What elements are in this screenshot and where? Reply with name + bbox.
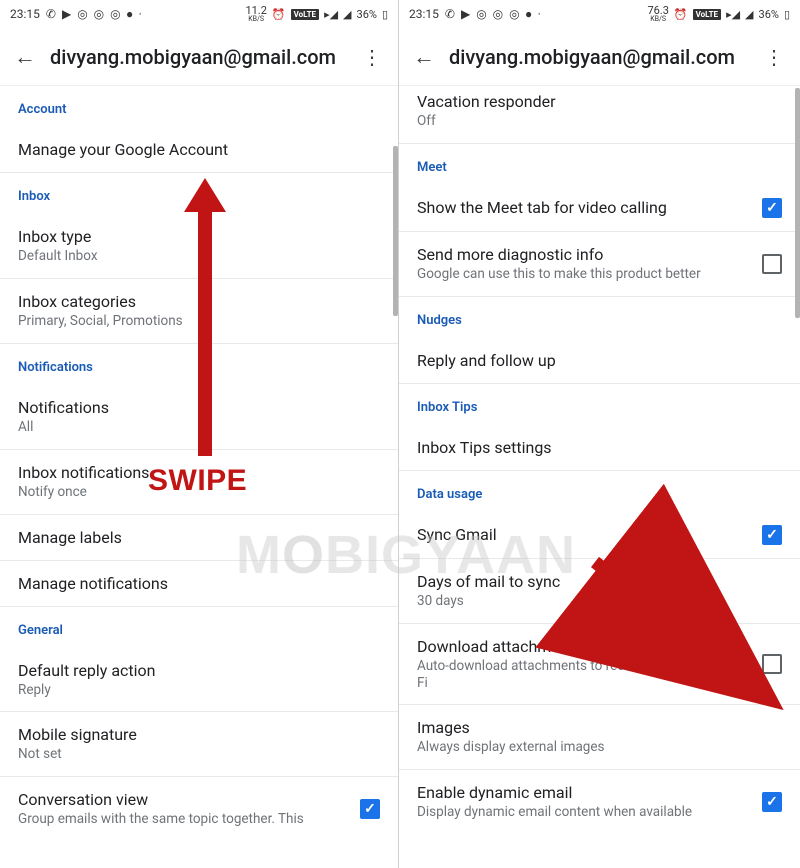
alarm-icon: ⏰ (674, 8, 688, 21)
row-manage-account[interactable]: Manage your Google Account (0, 127, 398, 173)
dot-icon: ⦁ (526, 7, 532, 22)
status-bar: 23:15 ✆ ▶ ◎ ◎ ◎ ⦁ · 76.3KB/S ⏰ VoLTE ▸◢ … (399, 0, 800, 28)
more-icon: · (538, 7, 541, 21)
checkbox-conversation-view[interactable]: ✓ (360, 799, 380, 819)
instagram-icon: ◎ (476, 7, 486, 21)
app-bar: ← divyang.mobigyaan@gmail.com ⋮ (0, 28, 398, 86)
wifi-icon: ▸◢ (324, 8, 338, 21)
section-nudges: Nudges (399, 297, 800, 338)
instagram-icon: ◎ (94, 7, 104, 21)
page-title: divyang.mobigyaan@gmail.com (44, 45, 356, 69)
section-inbox-tips: Inbox Tips (399, 384, 800, 425)
row-default-reply[interactable]: Default reply action Reply (0, 648, 398, 713)
watermark-logo: MOBIGYAAN (236, 524, 576, 586)
row-vacation-responder[interactable]: Vacation responder Off (399, 86, 800, 144)
whatsapp-icon: ✆ (46, 7, 56, 21)
row-diagnostic-info[interactable]: Send more diagnostic info Google can use… (399, 232, 800, 297)
battery-icon: ▯ (784, 8, 790, 21)
section-account: Account (0, 86, 398, 127)
settings-list[interactable]: Vacation responder Off Meet Show the Mee… (399, 86, 800, 868)
instagram-icon: ◎ (77, 7, 87, 21)
network-speed: 76.3KB/S (647, 5, 668, 23)
back-button[interactable]: ← (411, 40, 443, 74)
row-download-attachments[interactable]: Download attachments Auto-download attac… (399, 624, 800, 706)
status-time: 23:15 (10, 7, 40, 21)
row-mobile-signature[interactable]: Mobile signature Not set (0, 712, 398, 777)
overflow-menu-button[interactable]: ⋮ (356, 41, 388, 73)
app-bar: ← divyang.mobigyaan@gmail.com ⋮ (399, 28, 800, 86)
alarm-icon: ⏰ (272, 8, 286, 21)
youtube-icon: ▶ (461, 7, 470, 21)
dot-icon: ⦁ (127, 7, 133, 22)
back-button[interactable]: ← (12, 40, 44, 74)
section-meet: Meet (399, 144, 800, 185)
row-reply-followup[interactable]: Reply and follow up (399, 338, 800, 384)
checkbox-download-attachments[interactable] (762, 654, 782, 674)
scrollbar[interactable] (393, 146, 398, 316)
row-images[interactable]: Images Always display external images (399, 705, 800, 770)
section-general: General (0, 607, 398, 648)
annotation-arrow-up-icon (198, 206, 212, 456)
section-data-usage: Data usage (399, 471, 800, 512)
instagram-icon: ◎ (509, 7, 519, 21)
overflow-menu-button[interactable]: ⋮ (758, 41, 790, 73)
status-bar: 23:15 ✆ ▶ ◎ ◎ ◎ ⦁ · 11.2KB/S ⏰ VoLTE ▸◢ … (0, 0, 398, 28)
row-conversation-view[interactable]: Conversation view Group emails with the … (0, 777, 398, 832)
row-dynamic-email[interactable]: Enable dynamic email Display dynamic ema… (399, 770, 800, 825)
youtube-icon: ▶ (62, 7, 71, 21)
scrollbar[interactable] (795, 88, 800, 318)
checkbox-dynamic-email[interactable]: ✓ (762, 792, 782, 812)
battery-text: 36% (357, 8, 377, 21)
checkbox-sync-gmail[interactable]: ✓ (762, 525, 782, 545)
row-show-meet-tab[interactable]: Show the Meet tab for video calling ✓ (399, 185, 800, 232)
page-title: divyang.mobigyaan@gmail.com (443, 45, 758, 69)
more-icon: · (139, 7, 142, 21)
whatsapp-icon: ✆ (445, 7, 455, 21)
instagram-icon: ◎ (493, 7, 503, 21)
wifi-icon: ▸◢ (726, 8, 740, 21)
row-inbox-tips[interactable]: Inbox Tips settings (399, 425, 800, 471)
instagram-icon: ◎ (110, 7, 120, 21)
network-speed: 11.2KB/S (245, 5, 266, 23)
annotation-swipe-label: SWIPE (148, 464, 247, 498)
checkbox-diagnostic[interactable] (762, 254, 782, 274)
volte-icon: VoLTE (291, 9, 319, 20)
signal-icon: ◢ (745, 8, 753, 21)
right-screenshot: 23:15 ✆ ▶ ◎ ◎ ◎ ⦁ · 76.3KB/S ⏰ VoLTE ▸◢ … (399, 0, 800, 868)
checkbox-show-meet[interactable]: ✓ (762, 198, 782, 218)
volte-icon: VoLTE (693, 9, 721, 20)
battery-icon: ▯ (382, 8, 388, 21)
status-time: 23:15 (409, 7, 439, 21)
signal-icon: ◢ (343, 8, 351, 21)
battery-text: 36% (759, 8, 779, 21)
